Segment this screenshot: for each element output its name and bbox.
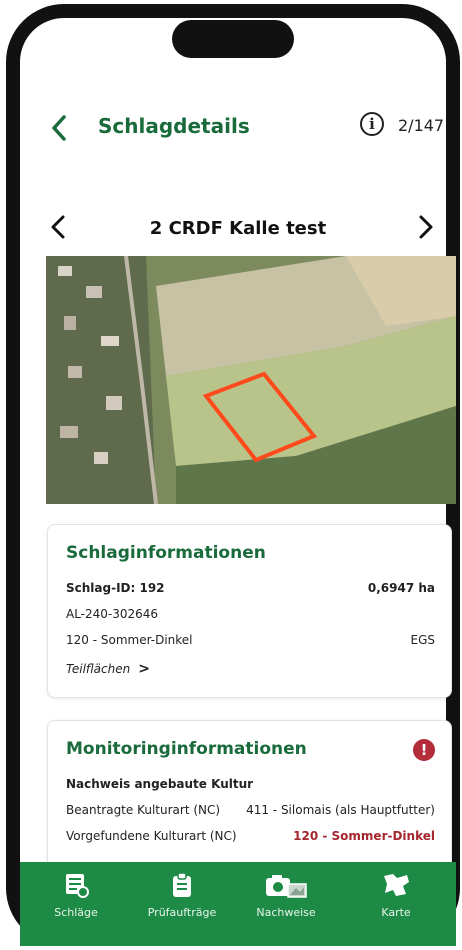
tab-karte[interactable]: Karte xyxy=(346,872,446,938)
teilflaechen-label: Teilflächen xyxy=(66,662,131,676)
requested-row: Beantragte Kulturart (NC) 411 - Silomais… xyxy=(66,803,435,817)
tab-label: Nachweise xyxy=(256,906,316,919)
found-row: Vorgefundene Kulturart (NC) 120 - Sommer… xyxy=(66,829,435,843)
aerial-image xyxy=(46,256,456,504)
app-header: Schlagdetails i 2/147 xyxy=(20,108,456,148)
crop-code: EGS xyxy=(410,633,436,647)
teilflaechen-link[interactable]: Teilflächen > xyxy=(66,661,435,677)
area-value: 0,6947 ha xyxy=(367,581,435,595)
card-title: Monitoringinformationen xyxy=(66,739,307,759)
monitoring-card: Monitoringinformationen ! Nachweis angeb… xyxy=(47,720,452,880)
tab-label: Prüfaufträge xyxy=(147,906,217,919)
record-counter: 2/147 xyxy=(398,116,445,135)
tab-label: Schläge xyxy=(54,906,98,919)
al-number: AL-240-302646 xyxy=(66,607,159,621)
requested-label: Beantragte Kulturart (NC) xyxy=(66,803,221,817)
field-navigator: 2 CRDF Kalle test xyxy=(20,212,456,246)
bottom-tab-bar: Schläge Prüfaufträge Nachweise Karte xyxy=(20,862,456,946)
found-value: 120 - Sommer-Dinkel xyxy=(293,829,435,843)
crop-row: 120 - Sommer-Dinkel EGS xyxy=(66,633,435,647)
clipboard-icon xyxy=(173,872,191,897)
page-title: Schlagdetails xyxy=(98,114,250,138)
chevron-left-icon xyxy=(52,115,66,141)
schlag-info-card: Schlaginformationen Schlag-ID: 192 0,694… xyxy=(47,524,452,698)
chevron-right-icon: > xyxy=(138,661,150,677)
map-icon xyxy=(384,874,409,896)
camera-notch xyxy=(172,20,294,58)
tab-nachweise[interactable]: Nachweise xyxy=(236,872,336,938)
aerial-map[interactable] xyxy=(46,256,456,504)
al-row: AL-240-302646 xyxy=(66,607,435,621)
chevron-right-icon xyxy=(419,215,433,239)
screen: Schlagdetails i 2/147 2 CRDF Kalle test xyxy=(20,18,456,946)
next-field-button[interactable] xyxy=(418,214,446,244)
schlag-id: Schlag-ID: 192 xyxy=(66,581,165,595)
list-icon xyxy=(66,874,89,898)
camera-icon xyxy=(266,875,307,898)
crop-name: 120 - Sommer-Dinkel xyxy=(66,633,193,647)
tab-label: Karte xyxy=(381,906,411,919)
exclamation-icon[interactable]: ! xyxy=(413,739,435,761)
tab-schlaege[interactable]: Schläge xyxy=(26,872,126,938)
card-title: Schlaginformationen xyxy=(66,543,266,563)
back-button[interactable] xyxy=(50,108,80,148)
requested-value: 411 - Silomais (als Hauptfutter) xyxy=(246,803,435,817)
schlag-id-row: Schlag-ID: 192 0,6947 ha xyxy=(66,581,435,595)
tab-pruefauftraege[interactable]: Prüfaufträge xyxy=(132,872,232,938)
field-name: 2 CRDF Kalle test xyxy=(149,218,327,239)
monitoring-subtitle: Nachweis angebaute Kultur xyxy=(66,777,254,791)
found-label: Vorgefundene Kulturart (NC) xyxy=(66,829,237,843)
info-circle-icon[interactable]: i xyxy=(360,112,384,136)
